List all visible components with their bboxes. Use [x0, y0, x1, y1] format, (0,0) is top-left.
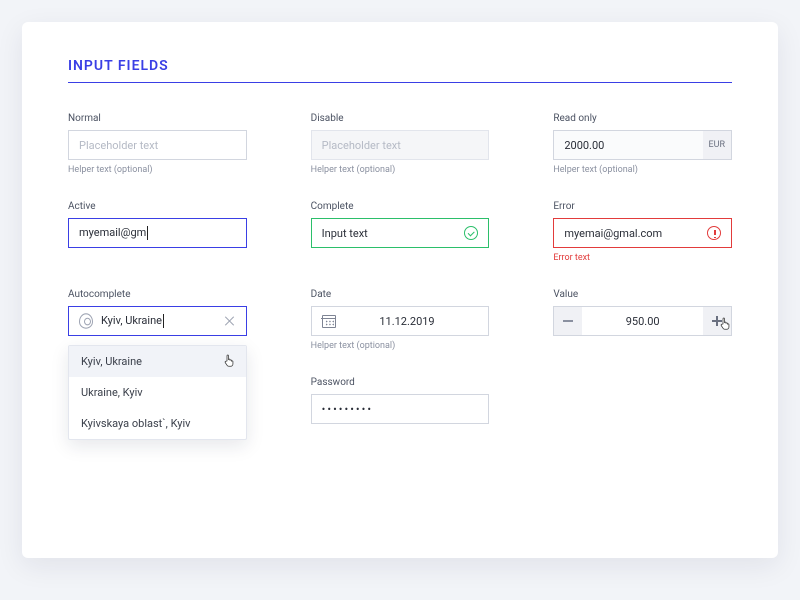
input-active[interactable]: myemail@gm: [68, 218, 247, 248]
helper-error: Error text: [553, 253, 732, 263]
autocomplete-option[interactable]: Kyiv, Ukraine: [69, 346, 246, 377]
field-normal: Normal Placeholder text Helper text (opt…: [68, 113, 247, 175]
check-icon: [464, 226, 478, 240]
autocomplete-dropdown: Kyiv, Ukraine Ukraine, Kyiv Kyivskaya ob…: [68, 345, 247, 440]
placeholder-disable: Placeholder text: [322, 139, 479, 152]
fields-grid: Normal Placeholder text Helper text (opt…: [68, 113, 732, 424]
minus-icon: [563, 320, 573, 322]
helper-readonly: Helper text (optional): [553, 165, 732, 175]
value-password: •••••••••: [322, 403, 479, 416]
label-error: Error: [553, 201, 732, 212]
field-active: Active myemail@gm: [68, 201, 247, 263]
label-password: Password: [311, 377, 490, 388]
text-caret: [147, 226, 148, 240]
input-date[interactable]: 11.12.2019: [311, 306, 490, 336]
value-error: myemai@gmal.com: [564, 227, 707, 240]
calendar-icon: [322, 315, 336, 328]
label-readonly: Read only: [553, 113, 732, 124]
field-password: Password •••••••••: [311, 377, 490, 424]
label-disable: Disable: [311, 113, 490, 124]
stepper-value: 950.00: [553, 306, 732, 336]
label-complete: Complete: [311, 201, 490, 212]
decrement-button[interactable]: [554, 307, 582, 335]
section-heading: INPUT FIELDS: [68, 58, 732, 82]
alert-icon: [707, 226, 721, 240]
value-readonly: 2000.00: [564, 139, 702, 152]
plus-icon: [712, 316, 722, 326]
field-error: Error myemai@gmal.com Error text: [553, 201, 732, 263]
input-autocomplete[interactable]: Kyiv, Ukraine: [68, 306, 247, 336]
value-display: 950.00: [582, 307, 703, 335]
autocomplete-option[interactable]: Ukraine, Kyiv: [69, 377, 246, 408]
field-empty-2: [553, 377, 732, 424]
clear-icon[interactable]: [224, 315, 236, 327]
card: INPUT FIELDS Normal Placeholder text Hel…: [22, 22, 778, 558]
field-autocomplete: Autocomplete Kyiv, Ukraine Kyiv, Ukraine…: [68, 289, 247, 351]
input-error[interactable]: myemai@gmal.com: [553, 218, 732, 248]
input-normal[interactable]: Placeholder text: [68, 130, 247, 160]
placeholder-normal: Placeholder text: [79, 139, 236, 152]
field-readonly: Read only 2000.00 EUR Helper text (optio…: [553, 113, 732, 175]
autocomplete-option[interactable]: Kyivskaya oblast`, Kyiv: [69, 408, 246, 439]
helper-normal: Helper text (optional): [68, 165, 247, 175]
label-date: Date: [311, 289, 490, 300]
value-active: myemail@gm: [79, 226, 146, 239]
value-date: 11.12.2019: [336, 315, 479, 328]
helper-date: Helper text (optional): [311, 341, 490, 351]
field-complete: Complete Input text: [311, 201, 490, 263]
section-rule: [68, 82, 732, 83]
input-complete[interactable]: Input text: [311, 218, 490, 248]
unit-readonly: EUR: [703, 131, 732, 159]
input-password[interactable]: •••••••••: [311, 394, 490, 424]
label-active: Active: [68, 201, 247, 212]
label-normal: Normal: [68, 113, 247, 124]
text-caret: [163, 314, 164, 328]
helper-disable: Helper text (optional): [311, 165, 490, 175]
field-date: Date 11.12.2019 Helper text (optional): [311, 289, 490, 351]
field-value: Value 950.00: [553, 289, 732, 351]
location-pin-icon: [79, 313, 93, 328]
increment-button[interactable]: [703, 307, 731, 335]
label-value: Value: [553, 289, 732, 300]
input-disable: Placeholder text: [311, 130, 490, 160]
label-autocomplete: Autocomplete: [68, 289, 247, 300]
field-disable: Disable Placeholder text Helper text (op…: [311, 113, 490, 175]
input-readonly: 2000.00 EUR: [553, 130, 732, 160]
value-autocomplete: Kyiv, Ukraine: [101, 314, 162, 327]
value-complete: Input text: [322, 227, 465, 240]
